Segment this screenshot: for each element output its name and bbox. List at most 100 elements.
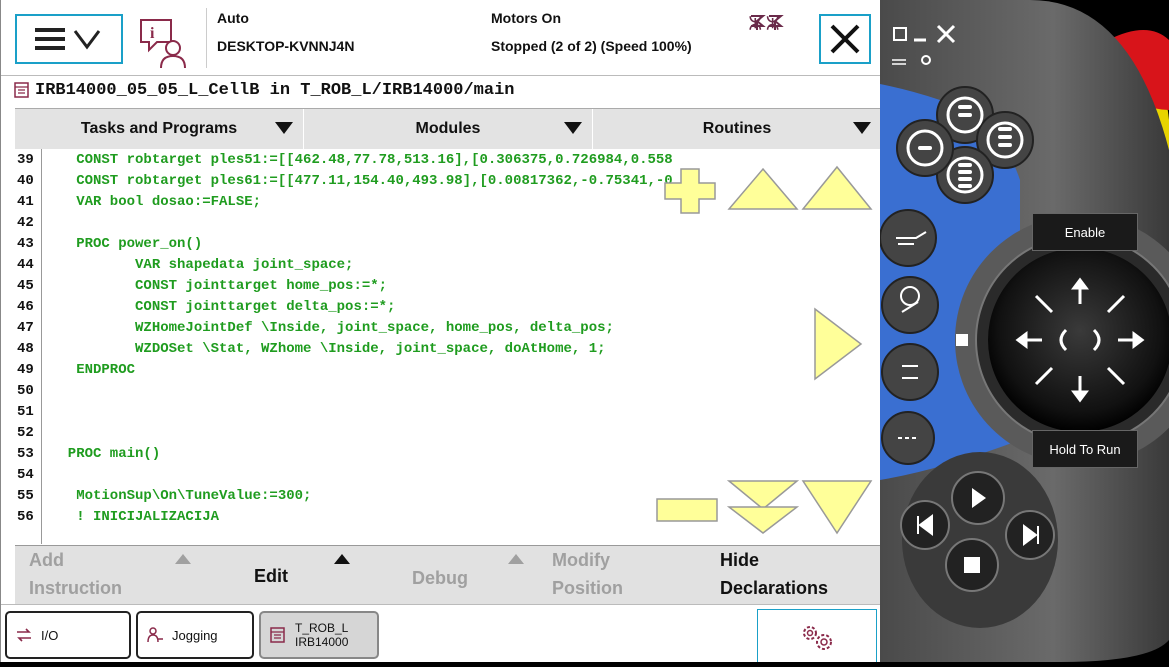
taskbar: I/O Jogging T_ROB_L IRB14000 <box>1 604 881 662</box>
close-button[interactable] <box>819 14 871 64</box>
io-icon <box>17 628 31 642</box>
chevron-down-icon <box>564 122 582 134</box>
line-number: 49 <box>17 362 34 378</box>
chevron-up-icon <box>334 554 350 564</box>
scroll-right-icon[interactable] <box>813 307 863 381</box>
instruction-label: Instruction <box>29 578 122 598</box>
line-number: 48 <box>17 341 34 357</box>
flexpendant-screen: i Auto DESKTOP-KVNNJ4N Motors On Stopped… <box>0 0 881 662</box>
tab-routines[interactable]: Routines <box>593 109 881 149</box>
code-text: WZHomeJointDef \Inside, joint_space, hom… <box>51 320 614 336</box>
tab-label: Routines <box>702 120 772 137</box>
code-line[interactable]: 51 <box>15 402 881 423</box>
info-person-icon: i <box>140 19 186 69</box>
hold-to-run-label: Hold To Run <box>1049 441 1121 457</box>
code-text: ! INICIJALIZACIJA <box>51 509 220 525</box>
line-number: 42 <box>17 215 34 231</box>
enable-button[interactable]: Enable <box>1032 213 1138 251</box>
code-text: CONST robtarget ples51:=[[462.48,77.78,5… <box>51 152 673 168</box>
debug-button[interactable]: Debug <box>360 546 530 604</box>
code-line[interactable]: 47 WZHomeJointDef \Inside, joint_space, … <box>15 318 881 339</box>
stop-icon[interactable] <box>964 557 980 573</box>
hide-label: Hide <box>720 550 760 570</box>
scroll-down-icon[interactable] <box>727 479 799 535</box>
chevron-down-icon <box>275 122 293 134</box>
code-text: MotionSup\On\TuneValue:=300; <box>51 488 312 504</box>
chevron-down-icon <box>853 122 871 134</box>
quickset-button[interactable] <box>757 609 877 662</box>
line-number: 46 <box>17 299 34 315</box>
code-text: VAR bool dosao:=FALSE; <box>51 194 262 210</box>
line-number: 47 <box>17 320 34 336</box>
editor-toolbar: Add Instruction Edit Debug Modify Positi… <box>15 545 881 604</box>
line-number: 44 <box>17 257 34 273</box>
chevron-up-icon <box>508 554 524 564</box>
event-log-button[interactable]: i <box>135 14 195 70</box>
code-text: CONST robtarget ples61:=[[477.11,154.40,… <box>51 173 673 189</box>
code-line[interactable]: 50 <box>15 381 881 402</box>
line-number: 45 <box>17 278 34 294</box>
tab-label: Tasks and Programs <box>80 120 238 137</box>
code-line[interactable]: 42 <box>15 213 881 234</box>
code-line[interactable]: 43 PROC power_on() <box>15 234 881 255</box>
controller-status: Auto DESKTOP-KVNNJ4N <box>206 8 467 68</box>
line-number: 50 <box>17 383 34 399</box>
pendant-body <box>879 0 1169 662</box>
task-robot: IRB14000 <box>295 635 349 649</box>
close-icon <box>830 24 860 54</box>
line-number: 39 <box>17 152 34 168</box>
zoom-in-icon[interactable] <box>663 167 719 215</box>
code-text: PROC power_on() <box>51 236 203 252</box>
code-text: VAR shapedata joint_space; <box>51 257 354 273</box>
page-down-icon[interactable] <box>801 479 873 535</box>
host-text: DESKTOP-KVNNJ4N <box>217 38 355 54</box>
abb-menu-button[interactable] <box>15 14 123 64</box>
line-number: 51 <box>17 404 34 420</box>
code-line[interactable]: 52 <box>15 423 881 444</box>
io-task-button[interactable]: I/O <box>5 611 131 659</box>
jogging-task-button[interactable]: Jogging <box>136 611 254 659</box>
task-name: T_ROB_L <box>295 621 349 635</box>
add-label: Add <box>29 550 64 570</box>
add-instruction-button[interactable]: Add Instruction <box>15 546 200 604</box>
debug-label: Debug <box>412 568 468 588</box>
tab-tasks-and-programs[interactable]: Tasks and Programs <box>15 109 304 149</box>
motor-status: Motors On Stopped (2 of 2) (Speed 100%) … <box>481 8 811 68</box>
scroll-up-icon[interactable] <box>727 167 799 211</box>
page-up-icon[interactable] <box>801 165 873 211</box>
edit-label: Edit <box>254 566 288 586</box>
modify-position-button[interactable]: Modify Position <box>530 546 700 604</box>
code-editor[interactable]: 39 CONST robtarget ples51:=[[462.48,77.7… <box>15 149 881 544</box>
program-icon <box>14 82 29 98</box>
hide-declarations-button[interactable]: Hide Declarations <box>700 546 881 604</box>
code-line[interactable]: 53 PROC main() <box>15 444 881 465</box>
tab-modules[interactable]: Modules <box>304 109 593 149</box>
settings-icon <box>803 626 832 650</box>
line-number: 54 <box>17 467 34 483</box>
enable-label: Enable <box>1064 224 1106 240</box>
code-line[interactable]: 45 CONST jointtarget home_pos:=*; <box>15 276 881 297</box>
program-task-button[interactable]: T_ROB_L IRB14000 <box>259 611 379 659</box>
code-text: CONST jointtarget home_pos:=*; <box>51 278 388 294</box>
program-icon <box>270 627 285 643</box>
edit-button[interactable]: Edit <box>200 546 360 604</box>
code-line[interactable]: 46 CONST jointtarget delta_pos:=*; <box>15 297 881 318</box>
code-text: ENDPROC <box>51 362 136 378</box>
code-line[interactable]: 44 VAR shapedata joint_space; <box>15 255 881 276</box>
code-line[interactable]: 48 WZDOSet \Stat, WZhome \Inside, joint_… <box>15 339 881 360</box>
program-tabs: Tasks and Programs Modules Routines <box>15 108 881 150</box>
code-text: CONST jointtarget delta_pos:=*; <box>51 299 396 315</box>
modify-label: Modify <box>552 550 610 570</box>
run-state-text: Stopped (2 of 2) (Speed 100%) <box>491 38 692 54</box>
line-number: 52 <box>17 425 34 441</box>
abb-menu-icon <box>35 28 101 50</box>
zoom-out-icon[interactable] <box>655 497 719 523</box>
task-label: T_ROB_L IRB14000 <box>295 621 348 649</box>
code-text: WZDOSet \Stat, WZhome \Inside, joint_spa… <box>51 341 606 357</box>
hold-to-run-button[interactable]: Hold To Run <box>1032 430 1138 468</box>
mode-text: Auto <box>217 10 249 26</box>
motors-text: Motors On <box>491 10 561 26</box>
motor-icon: ⯧ ⯧ <box>749 15 784 32</box>
io-label: I/O <box>41 627 59 643</box>
code-line[interactable]: 49 ENDPROC <box>15 360 881 381</box>
